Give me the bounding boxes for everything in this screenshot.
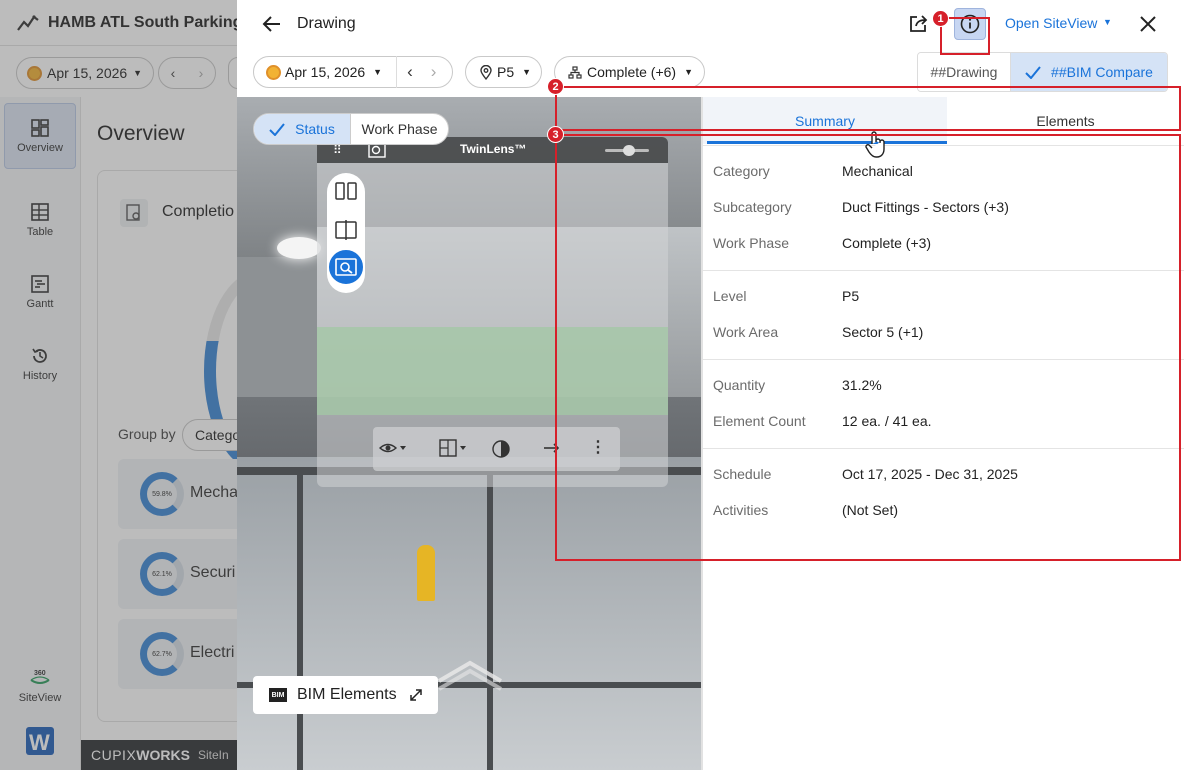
drawing-drawer: Drawing Open SiteView ▼ Apr 15, 2026 ▼ ‹… xyxy=(237,0,1184,770)
back-arrow-icon[interactable] xyxy=(259,12,285,36)
view-toggle: ##Drawing ##BIM Compare xyxy=(917,52,1168,92)
chevron-right-icon[interactable]: › xyxy=(431,62,437,82)
tab-summary[interactable]: Summary xyxy=(703,97,947,144)
eye-icon[interactable] xyxy=(379,440,407,456)
status-workphase-toggle: Status Work Phase xyxy=(253,113,449,145)
status-toggle-button[interactable]: Status xyxy=(254,114,350,144)
date-picker[interactable]: Apr 15, 2026 ▼ ‹ › xyxy=(253,56,453,88)
split-view-icon[interactable] xyxy=(335,182,357,200)
ceiling-light xyxy=(277,237,321,259)
level-select[interactable]: P5 ▼ xyxy=(465,56,542,88)
check-icon xyxy=(269,122,285,136)
modal-scrim[interactable] xyxy=(0,0,237,770)
bim-icon: BIM xyxy=(269,688,287,702)
caret-down-icon: ▼ xyxy=(373,67,383,77)
bim-elements-label: BIM Elements xyxy=(297,686,397,703)
caret-down-icon[interactable]: ▼ xyxy=(1103,17,1112,27)
open-siteview-button[interactable]: Open SiteView xyxy=(1005,15,1097,31)
close-icon[interactable] xyxy=(1136,12,1160,36)
info-icon[interactable] xyxy=(954,8,986,40)
caret-down-icon: ▼ xyxy=(684,67,694,77)
window-mullion xyxy=(487,467,493,770)
caret-down-icon: ▼ xyxy=(522,67,532,77)
chevron-left-icon[interactable]: ‹ xyxy=(407,62,413,82)
tabs-divider xyxy=(703,145,1184,146)
redo-arrow-icon[interactable] xyxy=(543,441,561,455)
status-toggle-label: Status xyxy=(295,121,335,137)
twinlens-panel: ⠿ TwinLens™ ⋮ xyxy=(317,137,668,487)
hand-cursor-icon xyxy=(865,130,887,160)
twinlens-slider[interactable] xyxy=(605,145,649,156)
lens-icon xyxy=(335,258,357,276)
layout-icon[interactable] xyxy=(439,438,469,458)
panel-divider xyxy=(701,97,703,770)
level-label: P5 xyxy=(497,64,515,80)
location-pin-icon xyxy=(480,64,492,80)
date-label: Apr 15, 2026 xyxy=(285,64,366,80)
contrast-icon[interactable] xyxy=(491,439,511,459)
window-mullion xyxy=(297,467,303,770)
hierarchy-icon xyxy=(568,65,582,79)
drawing-toggle-button[interactable]: ##Drawing xyxy=(918,53,1011,91)
status-filter-label: Complete (+6) xyxy=(587,64,677,80)
bim-elements-button[interactable]: BIM BIM Elements xyxy=(253,676,438,714)
viewer-360[interactable]: ⠿ TwinLens™ ⋮ Status Work Phase BIM BIM … xyxy=(237,97,701,770)
tab-active-indicator xyxy=(707,141,947,144)
work-phase-toggle-button[interactable]: Work Phase xyxy=(350,114,448,144)
share-icon[interactable] xyxy=(906,12,932,36)
twinlens-title: TwinLens™ xyxy=(460,142,527,156)
status-filter-select[interactable]: Complete (+6) ▼ xyxy=(554,56,705,88)
drawer-title: Drawing xyxy=(297,15,356,32)
chevron-up-icon[interactable] xyxy=(437,655,503,691)
twinlens-mode-button[interactable] xyxy=(327,248,365,286)
bollard xyxy=(417,545,435,601)
swipe-view-icon[interactable] xyxy=(335,220,357,240)
tab-elements[interactable]: Elements xyxy=(947,97,1184,144)
expand-icon xyxy=(409,688,423,702)
bim-compare-toggle-button[interactable]: ##BIM Compare xyxy=(1011,53,1167,91)
bim-compare-label: ##BIM Compare xyxy=(1051,64,1153,80)
sun-icon xyxy=(266,64,281,80)
check-icon xyxy=(1025,65,1041,79)
twinlens-toolbar: ⋮ xyxy=(373,427,620,471)
grid-dots-icon[interactable]: ⠿ xyxy=(333,143,343,157)
more-vertical-icon[interactable]: ⋮ xyxy=(590,437,606,457)
floor-area xyxy=(237,457,701,770)
